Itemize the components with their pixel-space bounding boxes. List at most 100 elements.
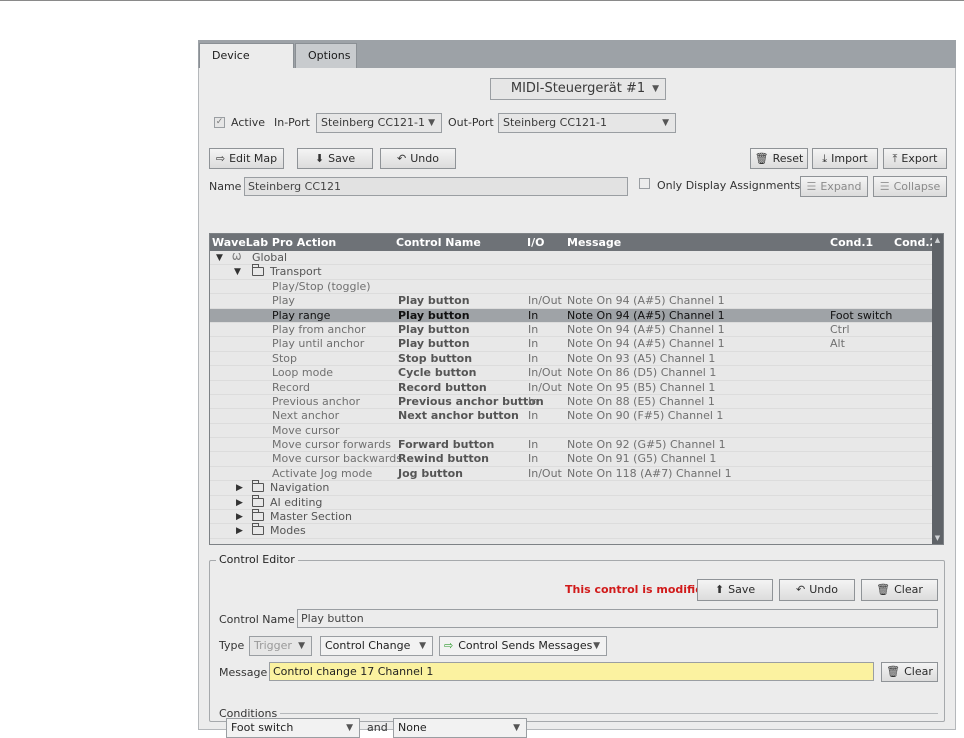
reset-button[interactable]: 🗑 Reset bbox=[750, 148, 808, 169]
cond1-cell: Ctrl bbox=[830, 322, 850, 336]
type-select[interactable]: Trigger ▼ bbox=[249, 636, 312, 656]
save-icon: ⬇ bbox=[314, 152, 325, 165]
control-name-cell: Stop button bbox=[398, 351, 473, 365]
chevron-down-icon: ▼ bbox=[419, 641, 426, 651]
message-field[interactable]: Control change 17 Channel 1 bbox=[269, 662, 874, 681]
control-clear-button[interactable]: 🗑 Clear bbox=[861, 579, 938, 601]
tab-device-editing[interactable]: Device Editing bbox=[199, 43, 294, 86]
control-name-cell: Cycle button bbox=[398, 366, 477, 380]
undo-map-button[interactable]: ↶ Undo bbox=[380, 148, 456, 169]
table-row[interactable]: Play Play button In/Out Note On 94 (A#5) Ch… bbox=[210, 294, 934, 309]
export-icon: ⤒ bbox=[892, 152, 898, 165]
tree-node-folder[interactable]: ▶ Navigation bbox=[210, 480, 934, 496]
table-row[interactable]: Play until anchor Play button In Note On 94… bbox=[210, 337, 934, 352]
message-cell: Note On 95 (B5) Channel 1 bbox=[567, 380, 716, 394]
tree-node-transport[interactable]: ▼ Transport bbox=[210, 264, 934, 280]
expanded-triangle-icon: ▼ bbox=[234, 267, 241, 278]
folder-icon bbox=[252, 523, 264, 536]
import-button[interactable]: ⤓ Import bbox=[812, 148, 878, 169]
chevron-down-icon: ▼ bbox=[428, 118, 435, 128]
io-cell: In/Out bbox=[528, 466, 562, 480]
condition-2-select[interactable]: None ▼ bbox=[393, 718, 527, 738]
message-cell: Note On 88 (E5) Channel 1 bbox=[567, 394, 715, 408]
device-select[interactable]: MIDI-Steuergerät #1 ▼ bbox=[490, 78, 666, 100]
tab-options[interactable]: Options bbox=[295, 43, 357, 68]
export-button[interactable]: ⤒ Export bbox=[883, 148, 947, 169]
control-undo-label: Undo bbox=[809, 583, 838, 596]
collapse-button[interactable]: ☰ Collapse bbox=[873, 176, 947, 197]
table-row[interactable]: Play/Stop (toggle) bbox=[210, 280, 934, 295]
tree-node-folder[interactable]: ▶ AI editing bbox=[210, 494, 934, 511]
collapsed-triangle-icon[interactable]: ▶ bbox=[236, 481, 243, 495]
sends-messages-value: Control Sends Messages bbox=[458, 639, 593, 652]
in-port-select[interactable]: Steinberg CC121-1 ▼ bbox=[316, 113, 442, 133]
io-cell: In/Out bbox=[528, 380, 562, 394]
header-message[interactable]: Message bbox=[567, 234, 621, 251]
scroll-up-icon[interactable]: ▲ bbox=[932, 236, 943, 244]
control-name-cell: Play button bbox=[398, 337, 470, 351]
reset-label: Reset bbox=[772, 152, 804, 165]
io-cell: In bbox=[528, 438, 539, 452]
tree-node-global[interactable]: ▼ Ѡ Global bbox=[210, 251, 934, 266]
control-kind-value: Control Change bbox=[325, 639, 411, 652]
table-row[interactable]: Move cursor bbox=[210, 424, 934, 439]
expand-button[interactable]: ☰ Expand bbox=[800, 176, 868, 197]
folder-label: AI editing bbox=[252, 494, 322, 510]
device-name-field[interactable]: Steinberg CC121 bbox=[244, 177, 628, 196]
scroll-down-icon[interactable]: ▼ bbox=[932, 534, 943, 542]
control-name-cell: Forward button bbox=[398, 438, 495, 452]
tree-node-folder[interactable]: ▶ Master Section bbox=[210, 509, 934, 525]
action-cell: Play from anchor bbox=[272, 322, 366, 336]
table-row[interactable]: Activate Jog mode Jog button In/Out Note On… bbox=[210, 466, 934, 482]
header-control-name[interactable]: Control Name bbox=[396, 234, 481, 251]
folder-name: Master Section bbox=[270, 510, 352, 524]
table-row[interactable]: Move cursor forwards Forward button In Note… bbox=[210, 438, 934, 453]
action-cell: Next anchor bbox=[272, 409, 340, 423]
folder-name: Navigation bbox=[270, 481, 330, 495]
collapse-label: Collapse bbox=[893, 180, 941, 193]
action-cell: Loop mode bbox=[272, 366, 334, 380]
io-cell: In bbox=[528, 452, 539, 466]
out-port-label: Out-Port bbox=[448, 116, 494, 129]
control-kind-select[interactable]: Control Change ▼ bbox=[320, 636, 433, 656]
control-name-cell: Record button bbox=[398, 380, 487, 394]
collapsed-triangle-icon[interactable]: ▶ bbox=[236, 496, 243, 510]
folder-label: Navigation bbox=[252, 480, 330, 495]
message-clear-button[interactable]: 🗑 Clear bbox=[881, 662, 938, 682]
tree-node-folder[interactable]: ▶ Modes bbox=[210, 523, 934, 539]
tree-scrollbar[interactable]: ▲ ▼ bbox=[932, 234, 943, 544]
message-cell: Note On 94 (A#5) Channel 1 bbox=[567, 322, 725, 336]
header-cond2[interactable]: Cond.2 bbox=[894, 234, 937, 251]
table-row[interactable]: Record Record button In/Out Note On 95 (B5)… bbox=[210, 381, 934, 395]
header-cond1[interactable]: Cond.1 bbox=[830, 234, 873, 251]
io-cell: In bbox=[528, 337, 539, 351]
collapsed-triangle-icon[interactable]: ▶ bbox=[236, 524, 243, 538]
edit-map-button[interactable]: ⇨ Edit Map bbox=[209, 148, 284, 169]
save-map-button[interactable]: ⬇ Save bbox=[297, 148, 373, 169]
control-undo-button[interactable]: ↶ Undo bbox=[779, 579, 855, 601]
table-row[interactable]: Next anchor Next anchor button In Note On 9… bbox=[210, 409, 934, 424]
table-row[interactable]: Loop mode Cycle button In/Out Note On 86 (D… bbox=[210, 366, 934, 381]
active-label: Active bbox=[231, 116, 266, 129]
control-save-button[interactable]: ⬆ Save bbox=[697, 579, 773, 601]
collapsed-triangle-icon[interactable]: ▶ bbox=[236, 510, 243, 524]
header-io[interactable]: I/O bbox=[527, 234, 544, 251]
action-tree[interactable]: WaveLab Pro Action Control Name I/O Mess… bbox=[209, 233, 944, 545]
sends-messages-select[interactable]: ⇨ Control Sends Messages ▼ bbox=[439, 636, 607, 656]
control-name-cell: Jog button bbox=[398, 466, 463, 480]
chevron-down-icon: ▼ bbox=[513, 723, 520, 733]
table-row[interactable]: Play range Play button In Note On 94 (A#5) … bbox=[210, 308, 934, 323]
expand-icon: ☰ bbox=[806, 180, 817, 193]
table-row[interactable]: Move cursor backwards Rewind button In Note… bbox=[210, 452, 934, 467]
control-name-field[interactable]: Play button bbox=[297, 609, 938, 628]
out-port-select[interactable]: Steinberg CC121-1 ▼ bbox=[498, 113, 676, 133]
active-checkbox[interactable]: ✓ bbox=[214, 117, 225, 128]
table-row[interactable]: Play from anchor Play button In Note On 94 … bbox=[210, 322, 934, 338]
condition-1-select[interactable]: Foot switch ▼ bbox=[226, 718, 360, 738]
undo-icon: ↶ bbox=[796, 583, 806, 596]
only-display-checkbox[interactable] bbox=[639, 178, 650, 189]
table-row[interactable]: Previous anchor Previous anchor button In N… bbox=[210, 394, 934, 410]
table-row[interactable]: Stop Stop button In Note On 93 (A5) Channel… bbox=[210, 351, 934, 367]
header-action[interactable]: WaveLab Pro Action bbox=[212, 234, 336, 251]
io-cell: In bbox=[528, 394, 539, 408]
